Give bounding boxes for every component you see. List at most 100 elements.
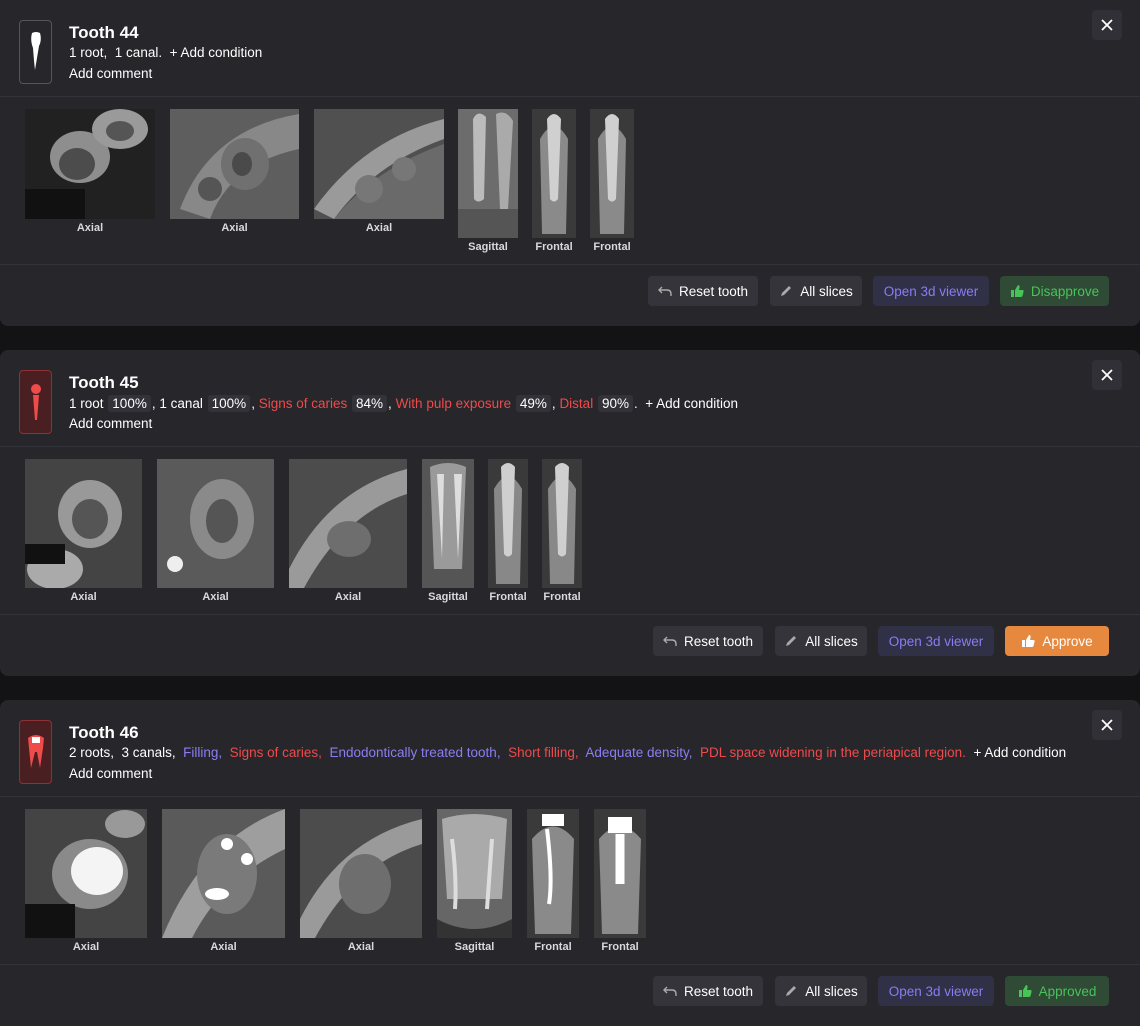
slice-axial-2[interactable]: Axial [157, 459, 274, 603]
slice-frontal-1[interactable]: Frontal [527, 809, 579, 953]
slice-sagittal[interactable]: Sagittal [422, 459, 474, 603]
slice-label: Axial [76, 222, 104, 234]
slice-frontal-1[interactable]: Frontal [532, 109, 576, 253]
slice-frontal-2[interactable]: Frontal [590, 109, 634, 253]
close-button[interactable] [1092, 710, 1122, 740]
disapprove-button[interactable]: Disapprove [1000, 276, 1109, 306]
slice-frontal-2[interactable]: Frontal [594, 809, 646, 953]
slice-image [25, 109, 155, 219]
slice-image [532, 109, 576, 238]
condition-caries[interactable]: Signs of caries, [230, 745, 322, 760]
tooth-title: Tooth 45 [69, 373, 139, 392]
add-condition-button[interactable]: + Add condition [645, 396, 738, 411]
slice-label: Axial [70, 591, 97, 603]
slice-axial-3[interactable]: Axial [314, 109, 444, 234]
undo-icon [662, 986, 677, 996]
tooth-title: Tooth 46 [69, 723, 139, 742]
close-button[interactable] [1092, 360, 1122, 390]
condition-probability: 100% [207, 395, 251, 412]
slice-image [422, 459, 474, 588]
slice-strip: Axial Axial Axial Sagittal Frontal Front… [0, 447, 1140, 615]
condition-probability: 100% [108, 395, 151, 412]
all-slices-button[interactable]: All slices [775, 976, 867, 1006]
condition-canal[interactable]: 1 canal. [115, 45, 162, 60]
reset-tooth-button[interactable]: Reset tooth [648, 276, 758, 306]
undo-icon [662, 636, 677, 646]
condition-probability: 84% [352, 395, 388, 412]
slice-sagittal[interactable]: Sagittal [437, 809, 512, 953]
slice-label: Frontal [535, 241, 573, 253]
condition-caries[interactable]: Signs of caries [259, 396, 348, 411]
slice-frontal-1[interactable]: Frontal [488, 459, 528, 603]
tooth-card-header: Tooth 45 1 root 100%, 1 canal 100%, Sign… [0, 350, 1140, 447]
tooth-badge [19, 370, 52, 434]
slice-image [488, 459, 528, 588]
reset-tooth-button[interactable]: Reset tooth [653, 626, 763, 656]
slice-label: Frontal [543, 591, 581, 603]
condition-adequate-density[interactable]: Adequate density, [585, 745, 692, 760]
tooth-icon [27, 735, 44, 768]
tooth-icon [30, 384, 41, 420]
approve-button[interactable]: Approve [1005, 626, 1109, 656]
slice-strip: Axial Axial Axial Sagittal Frontal Front… [0, 797, 1140, 965]
tooth-card-45: Tooth 45 1 root 100%, 1 canal 100%, Sign… [0, 350, 1140, 676]
slice-image [458, 109, 518, 238]
all-slices-button[interactable]: All slices [775, 626, 867, 656]
slice-axial-3[interactable]: Axial [300, 809, 422, 953]
slice-image [289, 459, 407, 588]
slice-axial-2[interactable]: Axial [170, 109, 299, 234]
approved-button[interactable]: Approved [1005, 976, 1109, 1006]
open-3d-viewer-button[interactable]: Open 3d viewer [878, 976, 994, 1006]
add-comment-button[interactable]: Add comment [69, 766, 152, 781]
condition-pulp-exposure[interactable]: With pulp exposure [396, 396, 512, 411]
all-slices-button[interactable]: All slices [770, 276, 862, 306]
tooth-conditions: 1 root, 1 canal. + Add condition [69, 45, 262, 60]
condition-canals[interactable]: 3 canals, [122, 745, 176, 760]
condition-pdl-widening[interactable]: PDL space widening in the periapical reg… [700, 745, 966, 760]
slice-axial-1[interactable]: Axial [25, 109, 155, 234]
add-comment-button[interactable]: Add comment [69, 66, 152, 81]
add-comment-button[interactable]: Add comment [69, 416, 152, 431]
condition-roots[interactable]: 2 roots, [69, 745, 114, 760]
slice-axial-2[interactable]: Axial [162, 809, 285, 953]
condition-root[interactable]: 1 root, [69, 45, 107, 60]
slice-label: Sagittal [428, 591, 468, 603]
slice-image [437, 809, 512, 938]
condition-probability: 49% [515, 395, 551, 412]
tooth-card-44: Tooth 44 1 root, 1 canal. + Add conditio… [0, 0, 1140, 326]
reset-tooth-button[interactable]: Reset tooth [653, 976, 763, 1006]
slice-label: Axial [72, 941, 100, 953]
condition-distal[interactable]: Distal [559, 396, 593, 411]
condition-root[interactable]: 1 root [69, 396, 104, 411]
close-button[interactable] [1092, 10, 1122, 40]
tooth-card-footer: Reset tooth All slices Open 3d viewer Ap… [0, 615, 1140, 675]
add-condition-button[interactable]: + Add condition [170, 45, 263, 60]
slice-label: Axial [365, 222, 393, 234]
condition-canal[interactable]: 1 canal [159, 396, 203, 411]
slice-frontal-2[interactable]: Frontal [542, 459, 582, 603]
slice-axial-3[interactable]: Axial [289, 459, 407, 603]
slice-label: Axial [202, 591, 229, 603]
open-3d-viewer-button[interactable]: Open 3d viewer [873, 276, 989, 306]
condition-short-filling[interactable]: Short filling, [508, 745, 579, 760]
slice-axial-1[interactable]: Axial [25, 459, 142, 603]
condition-probability: 90% [597, 395, 633, 412]
slice-image [25, 809, 147, 938]
slice-image [162, 809, 285, 938]
tooth-conditions: 1 root 100%, 1 canal 100%, Signs of cari… [69, 395, 738, 412]
slice-image [157, 459, 274, 588]
slice-sagittal[interactable]: Sagittal [458, 109, 518, 253]
tooth-card-footer: Reset tooth All slices Open 3d viewer Di… [0, 265, 1140, 325]
condition-filling[interactable]: Filling, [183, 745, 222, 760]
pencil-icon [786, 986, 797, 996]
slice-strip: Axial Axial Axial Sagittal Frontal Front… [0, 97, 1140, 265]
tooth-card-header: Tooth 44 1 root, 1 canal. + Add conditio… [0, 0, 1140, 97]
add-condition-button[interactable]: + Add condition [973, 745, 1066, 760]
close-icon [1101, 719, 1113, 731]
slice-label: Frontal [593, 241, 631, 253]
slice-label: Frontal [534, 941, 572, 953]
slice-image [542, 459, 582, 588]
condition-endodontic[interactable]: Endodontically treated tooth, [329, 745, 500, 760]
slice-axial-1[interactable]: Axial [25, 809, 147, 953]
open-3d-viewer-button[interactable]: Open 3d viewer [878, 626, 994, 656]
